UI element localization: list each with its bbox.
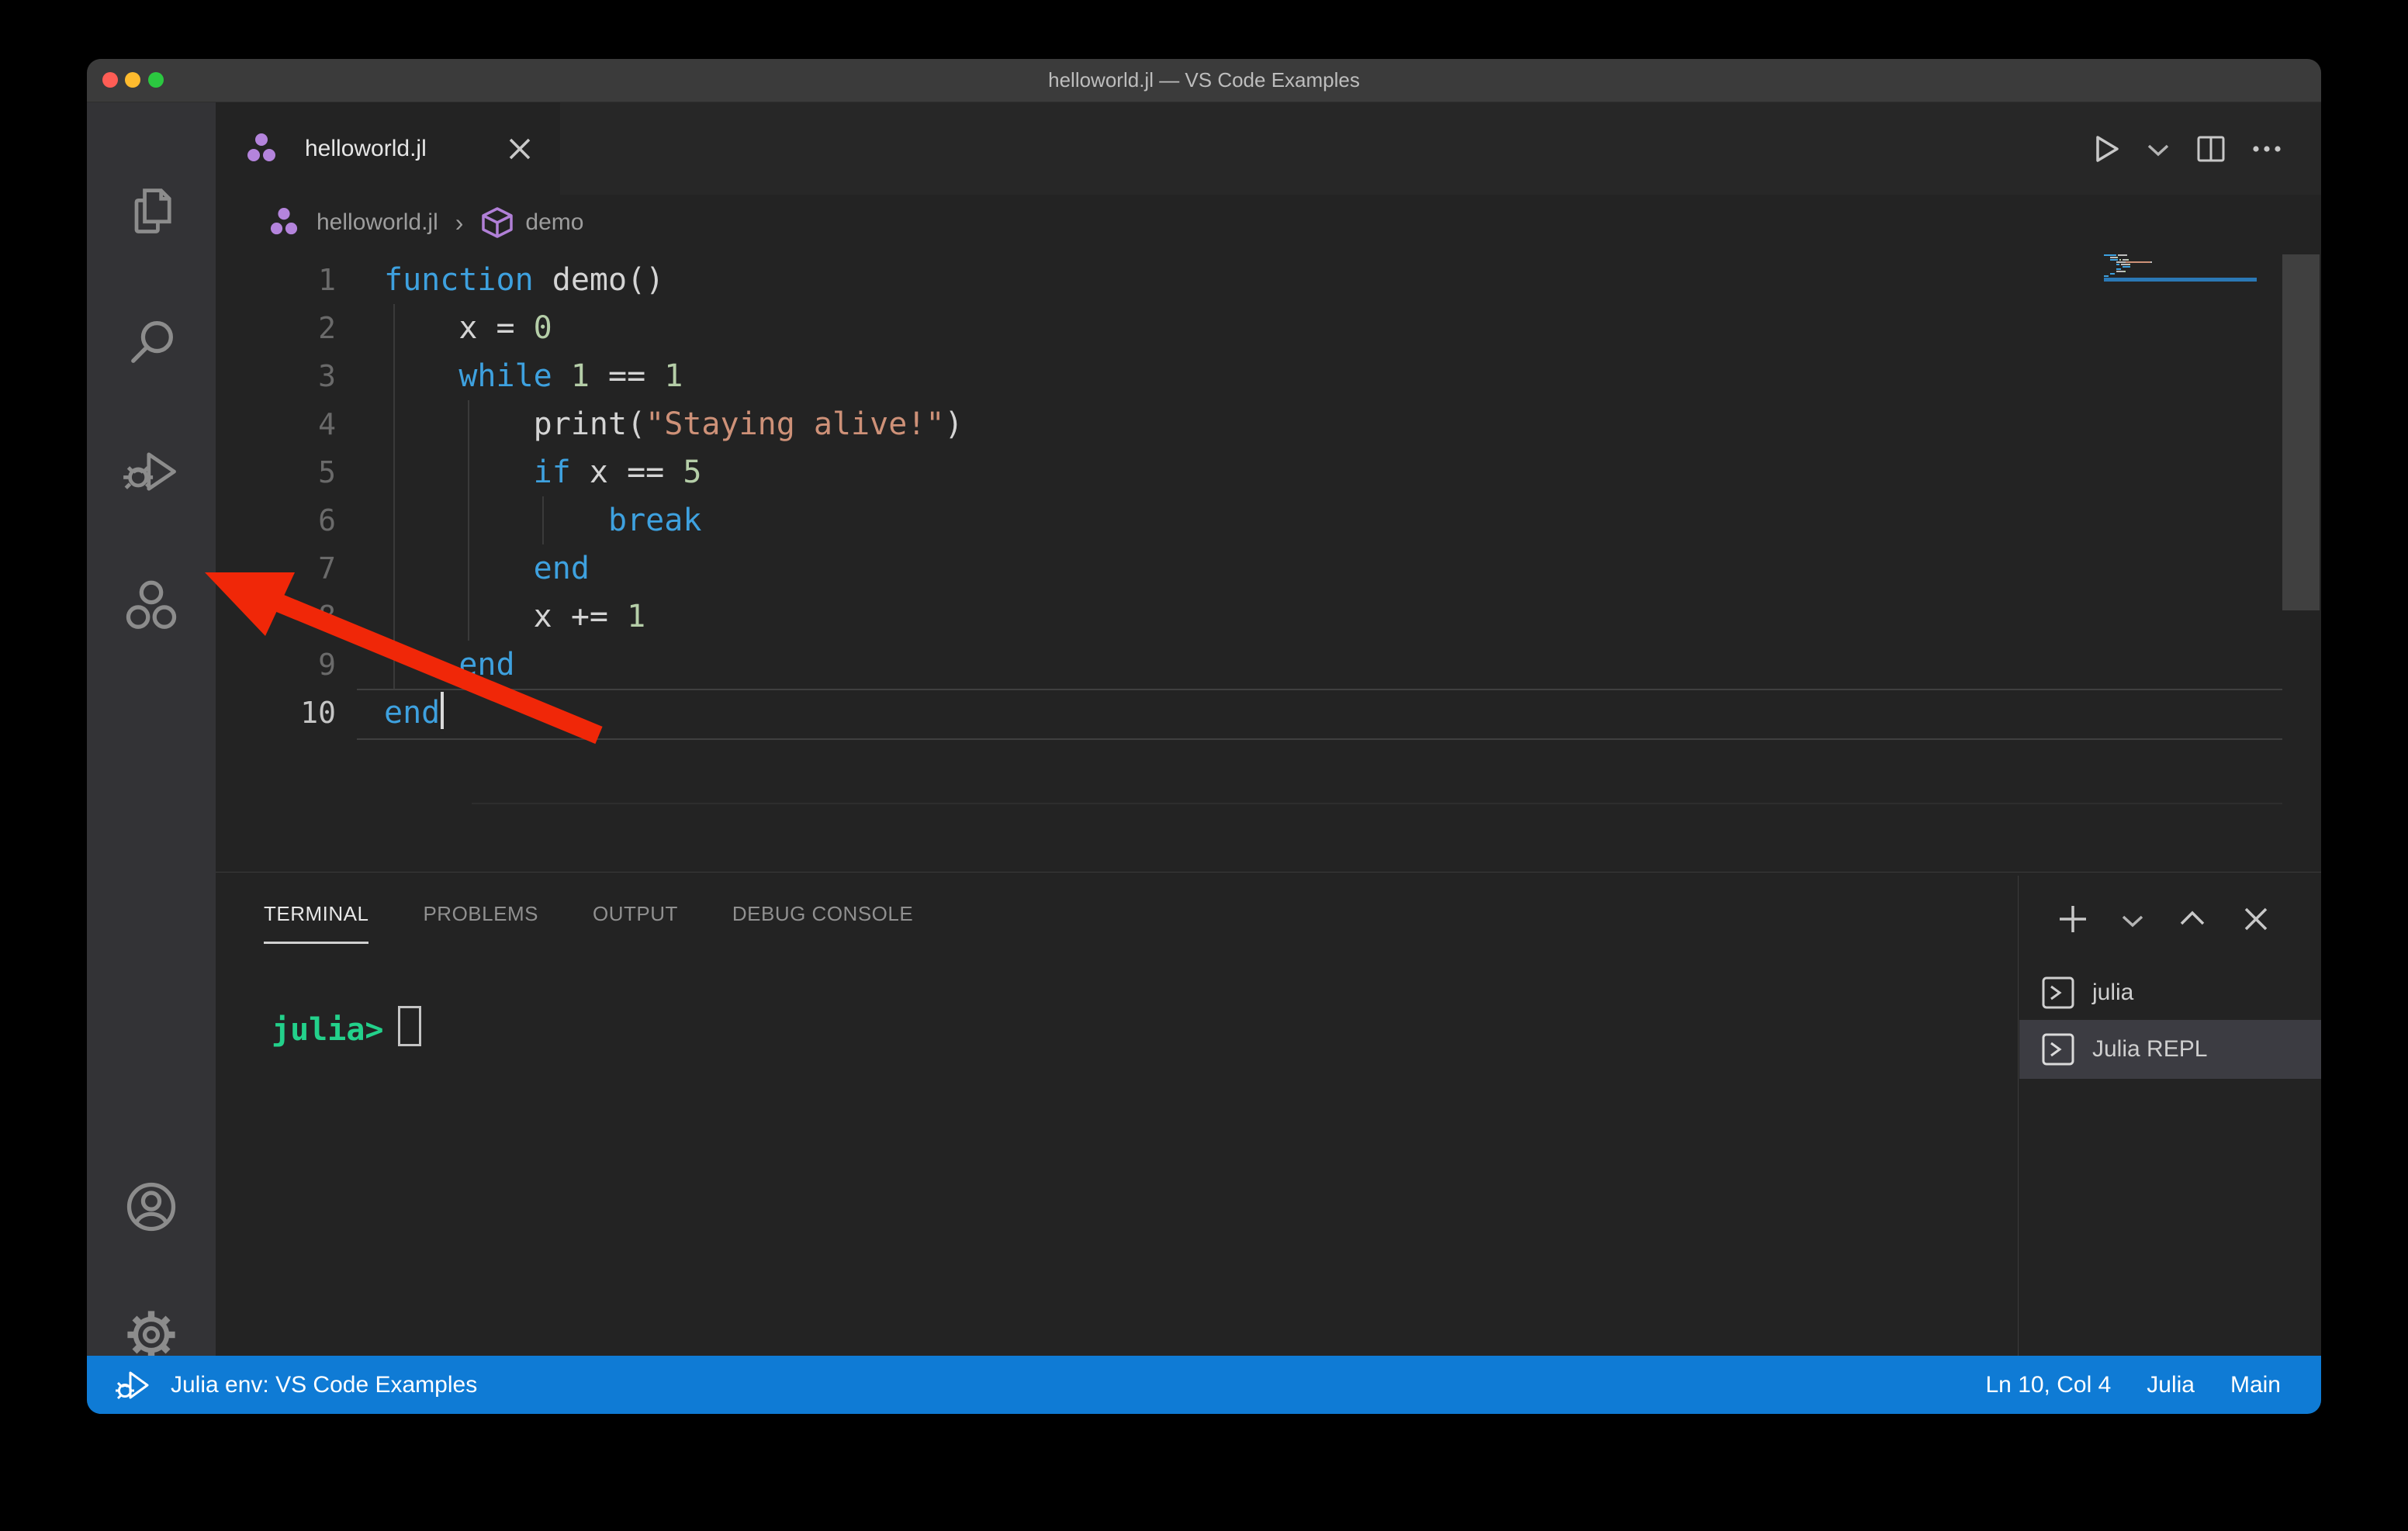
terminal-list-label: Julia REPL	[2092, 1036, 2207, 1063]
code-line[interactable]: end	[384, 544, 2119, 593]
line-number: 3	[216, 352, 336, 400]
tab-debug-console[interactable]: DEBUG CONSOLE	[732, 902, 913, 944]
split-editor-icon[interactable]	[2194, 132, 2228, 166]
line-number: 6	[216, 496, 336, 544]
tab-strip: helloworld.jl	[216, 102, 2321, 195]
tab-close-icon[interactable]	[504, 133, 535, 164]
line-number: 7	[216, 544, 336, 593]
terminal-list-label: julia	[2092, 980, 2133, 1006]
julia-file-icon	[270, 206, 298, 239]
maximize-panel-icon[interactable]	[2175, 902, 2209, 936]
status-cursor-position[interactable]: Ln 10, Col 4	[1985, 1372, 2111, 1398]
code-area[interactable]: function demo() x = 0 while 1 == 1 print…	[384, 256, 2119, 737]
terminal-icon	[2041, 1032, 2075, 1066]
terminal-list-item-julia-repl[interactable]: Julia REPL	[2019, 1020, 2321, 1079]
julia-extension-icon[interactable]	[122, 579, 181, 638]
tab-label: helloworld.jl	[305, 102, 427, 195]
breadcrumb-symbol[interactable]: demo	[525, 209, 583, 236]
minimap-content[interactable]	[2104, 254, 2257, 278]
status-julia-env[interactable]: Julia env: VS Code Examples	[171, 1372, 477, 1398]
line-number: 1	[216, 256, 336, 304]
editor[interactable]: 12345678910 function demo() x = 0 while …	[216, 251, 2321, 872]
status-bar: Julia env: VS Code Examples Ln 10, Col 4…	[87, 1356, 2321, 1414]
minimap-current-line	[2104, 278, 2257, 282]
debug-status-icon[interactable]	[115, 1367, 150, 1403]
line-number: 8	[216, 593, 336, 641]
title-bar[interactable]: helloworld.jl — VS Code Examples	[87, 59, 2321, 102]
status-language-mode[interactable]: Julia	[2147, 1372, 2195, 1398]
tab-output[interactable]: OUTPUT	[593, 902, 678, 944]
terminal-line[interactable]: julia>	[272, 1006, 421, 1048]
line-number: 2	[216, 304, 336, 352]
editor-cursor	[441, 692, 444, 729]
line-number: 9	[216, 641, 336, 689]
vscode-window: helloworld.jl — VS Code Examples	[87, 59, 2321, 1414]
terminal-prompt: julia>	[272, 1012, 384, 1048]
line-number: 10	[216, 689, 336, 737]
editor-actions	[2088, 102, 2284, 195]
activity-bar	[87, 102, 216, 1356]
tab-terminal[interactable]: TERMINAL	[264, 902, 368, 944]
line-number: 5	[216, 448, 336, 496]
editor-rule	[472, 803, 2282, 804]
panel-actions	[2056, 902, 2273, 936]
breadcrumb-file[interactable]: helloworld.jl	[317, 209, 438, 236]
new-terminal-icon[interactable]	[2056, 902, 2090, 936]
code-line[interactable]: end	[384, 689, 2119, 737]
panel-tabs: TERMINAL PROBLEMS OUTPUT DEBUG CONSOLE	[264, 902, 913, 944]
search-icon[interactable]	[122, 313, 181, 372]
explorer-icon[interactable]	[122, 181, 181, 240]
code-line[interactable]: function demo()	[384, 256, 2119, 304]
tab-helloworld[interactable]: helloworld.jl	[216, 102, 560, 195]
run-and-debug-icon[interactable]	[122, 441, 181, 500]
bottom-panel: TERMINAL PROBLEMS OUTPUT DEBUG CONSOLE j…	[216, 872, 2321, 1356]
code-line[interactable]: break	[384, 496, 2119, 544]
window-title: helloworld.jl — VS Code Examples	[87, 59, 2321, 102]
code-line[interactable]: print("Staying alive!")	[384, 400, 2119, 448]
code-line[interactable]: x += 1	[384, 593, 2119, 641]
symbol-cube-icon	[480, 206, 514, 240]
code-line[interactable]: x = 0	[384, 304, 2119, 352]
code-line[interactable]: while 1 == 1	[384, 352, 2119, 400]
terminal-sidebar-divider[interactable]	[2018, 876, 2019, 1357]
run-dropdown-icon[interactable]	[2144, 132, 2172, 166]
more-actions-icon[interactable]	[2250, 132, 2284, 166]
gutter: 12345678910	[216, 256, 336, 737]
breadcrumb-separator: ›	[455, 209, 464, 237]
line-number: 4	[216, 400, 336, 448]
code-line[interactable]: end	[384, 641, 2119, 689]
terminal-list-item-julia[interactable]: julia	[2019, 966, 2321, 1020]
close-panel-icon[interactable]	[2239, 902, 2273, 936]
tab-problems[interactable]: PROBLEMS	[423, 902, 538, 944]
terminal-list: julia Julia REPL	[2019, 966, 2321, 1079]
terminal-cursor	[398, 1006, 421, 1046]
code-line[interactable]: if x == 5	[384, 448, 2119, 496]
terminal-icon	[2041, 976, 2075, 1010]
julia-file-icon	[247, 132, 276, 166]
status-git-branch[interactable]: Main	[2230, 1372, 2281, 1398]
run-file-icon[interactable]	[2088, 132, 2123, 166]
terminal-dropdown-icon[interactable]	[2119, 902, 2146, 936]
account-icon[interactable]	[122, 1177, 181, 1236]
breadcrumb: helloworld.jl › demo	[216, 195, 2321, 251]
editor-scrollbar[interactable]	[2282, 254, 2320, 610]
